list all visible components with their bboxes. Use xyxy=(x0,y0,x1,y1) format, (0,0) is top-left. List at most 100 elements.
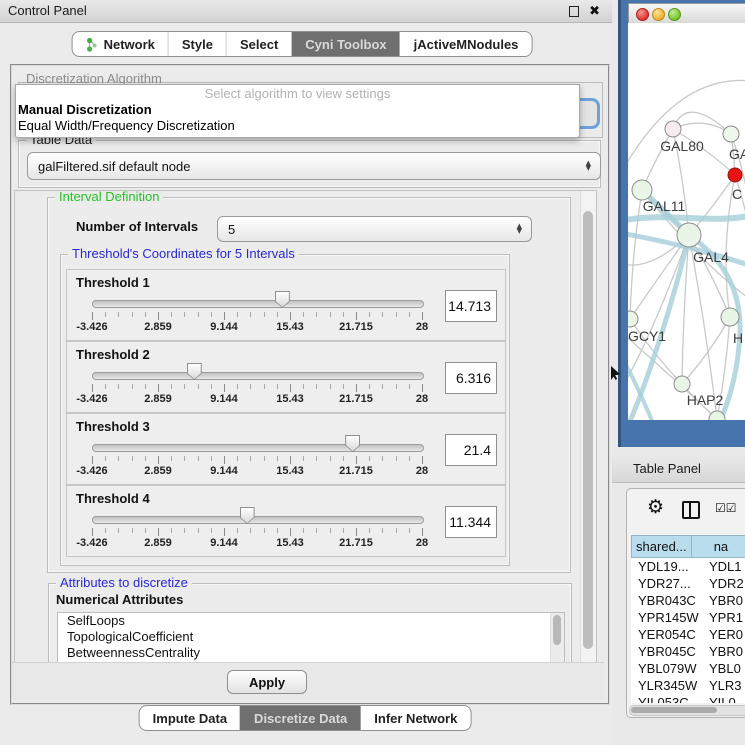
table-data-combo[interactable]: galFiltered.sif default node ▲▼ xyxy=(27,152,601,180)
interval-definition-title: Interval Definition xyxy=(55,190,163,204)
threshold-value-field[interactable]: 11.344 xyxy=(445,506,497,538)
table-row[interactable]: YIL053CYIL0 xyxy=(631,694,745,703)
network-node-gal11[interactable] xyxy=(632,180,652,200)
threshold-label: Threshold 1 xyxy=(76,275,150,290)
cell-shared-name[interactable]: YIL053C xyxy=(631,694,707,703)
split-columns-icon[interactable] xyxy=(682,501,700,519)
table-row[interactable]: YER054CYER0 xyxy=(631,626,745,643)
float-window-icon[interactable] xyxy=(569,6,579,17)
threshold-value-field[interactable]: 21.4 xyxy=(445,434,497,466)
apply-button[interactable]: Apply xyxy=(227,670,307,694)
attributes-list-scrollbar[interactable] xyxy=(550,613,564,664)
threshold-slider-track[interactable] xyxy=(92,372,424,380)
cell-shared-name[interactable]: YPR145W xyxy=(631,609,707,626)
select-all-checkbox-icon[interactable]: ☑☑ xyxy=(715,501,737,515)
slider-tick xyxy=(343,312,344,317)
cell-shared-name[interactable]: YDL19... xyxy=(631,558,707,575)
slider-tick xyxy=(382,384,383,389)
slider-tick xyxy=(118,528,119,533)
threshold-slider-track[interactable] xyxy=(92,300,424,308)
scrollbar-thumb[interactable] xyxy=(553,615,561,645)
zoom-traffic-light-icon[interactable] xyxy=(668,8,681,21)
settings-vertical-scrollbar[interactable] xyxy=(580,191,596,663)
dropdown-prompt-option[interactable]: Select algorithm to view settings xyxy=(16,85,579,102)
network-node-gal[interactable] xyxy=(723,126,739,142)
network-window-titlebar[interactable] xyxy=(628,3,745,25)
close-traffic-light-icon[interactable] xyxy=(636,8,649,21)
slider-tick-label: 9.144 xyxy=(198,537,250,549)
slider-tick xyxy=(145,384,146,389)
numerical-attributes-list[interactable]: SelfLoopsTopologicalCoefficientBetweenne… xyxy=(57,612,565,664)
table-horizontal-scrollbar[interactable] xyxy=(629,705,745,716)
tab-jactivemnodules[interactable]: jActiveMNodules xyxy=(400,32,532,56)
tab-select[interactable]: Select xyxy=(226,32,291,56)
network-node-gal4[interactable] xyxy=(677,223,701,247)
dropdown-option-equal-width[interactable]: Equal Width/Frequency Discretization xyxy=(16,118,579,134)
network-node-h[interactable] xyxy=(721,308,739,326)
cell-name[interactable]: YLR3 xyxy=(707,677,742,694)
dropdown-option-manual[interactable]: Manual Discretization xyxy=(16,102,579,118)
table-row[interactable]: YLR345WYLR3 xyxy=(631,677,745,694)
tab-label: Network xyxy=(104,37,155,52)
table-panel-titlebar[interactable]: Table Panel xyxy=(612,455,745,483)
cell-shared-name[interactable]: YBL079W xyxy=(631,660,707,677)
number-of-intervals-combo[interactable]: 5 ▲▼ xyxy=(217,216,532,242)
cell-name[interactable]: YBR0 xyxy=(707,643,743,660)
slider-tick xyxy=(158,528,159,536)
cell-shared-name[interactable]: YBR045C xyxy=(631,643,707,660)
cell-name[interactable]: YBL0 xyxy=(707,660,741,677)
minimize-traffic-light-icon[interactable] xyxy=(652,8,665,21)
attribute-item[interactable]: TopologicalCoefficient xyxy=(58,629,564,645)
cell-name[interactable]: YDL1 xyxy=(707,558,742,575)
slider-tick xyxy=(171,528,172,533)
threshold-value-field[interactable]: 14.713 xyxy=(445,290,497,322)
tab-network[interactable]: Network xyxy=(73,32,168,56)
network-node-hap2[interactable] xyxy=(674,376,690,392)
close-icon[interactable]: ✖ xyxy=(589,0,600,22)
cell-shared-name[interactable]: YLR345W xyxy=(631,677,707,694)
scrollbar-thumb[interactable] xyxy=(583,211,593,649)
slider-tick xyxy=(356,528,357,536)
attribute-item[interactable]: SelfLoops xyxy=(58,613,564,629)
cell-name[interactable]: YBR0 xyxy=(707,592,743,609)
slider-tick xyxy=(422,456,423,464)
slider-tick xyxy=(369,528,370,533)
cell-shared-name[interactable]: YER054C xyxy=(631,626,707,643)
threshold-value-field[interactable]: 6.316 xyxy=(445,362,497,394)
threshold-slider-track[interactable] xyxy=(92,444,424,452)
scrollbar-thumb[interactable] xyxy=(631,707,717,713)
table-row[interactable]: YBR045CYBR0 xyxy=(631,643,745,660)
algorithm-dropdown-popup: Select algorithm to view settings Manual… xyxy=(15,84,580,138)
column-header-name[interactable]: na xyxy=(692,535,745,558)
slider-tick-labels: -3.4262.8599.14415.4321.71528 xyxy=(92,321,423,333)
slider-tick xyxy=(105,384,106,389)
table-row[interactable]: YBR043CYBR0 xyxy=(631,592,745,609)
cell-name[interactable]: YER0 xyxy=(707,626,743,643)
network-canvas[interactable]: GAL80GALCGAL11GAL4GCY1HHAP2 xyxy=(628,23,745,420)
cell-name[interactable]: YDR2 xyxy=(707,575,744,592)
table-row[interactable]: YPR145WYPR1 xyxy=(631,609,745,626)
table-row[interactable]: YDL19...YDL1 xyxy=(631,558,745,575)
tab-cyni-toolbox[interactable]: Cyni Toolbox xyxy=(291,32,399,56)
slider-ticks xyxy=(92,312,423,321)
tab-label: Style xyxy=(182,37,213,52)
tab-impute-data[interactable]: Impute Data xyxy=(140,706,240,730)
cell-shared-name[interactable]: YDR27... xyxy=(631,575,707,592)
cell-shared-name[interactable]: YBR043C xyxy=(631,592,707,609)
slider-tick xyxy=(316,384,317,389)
attribute-item[interactable]: BetweennessCentrality xyxy=(58,645,564,661)
network-node-c[interactable] xyxy=(728,168,742,182)
column-header-shared-name[interactable]: shared... xyxy=(631,535,692,558)
gear-icon[interactable]: ⚙ xyxy=(647,496,664,518)
control-panel-titlebar[interactable]: Control Panel ✖ xyxy=(0,0,612,23)
network-node-gal80[interactable] xyxy=(665,121,681,137)
tab-discretize-data[interactable]: Discretize Data xyxy=(240,706,360,730)
tab-infer-network[interactable]: Infer Network xyxy=(360,706,470,730)
network-node-gcy1[interactable] xyxy=(628,311,638,327)
cell-name[interactable]: YPR1 xyxy=(707,609,743,626)
tab-style[interactable]: Style xyxy=(168,32,226,56)
cell-name[interactable]: YIL0 xyxy=(707,694,736,703)
table-row[interactable]: YBL079WYBL0 xyxy=(631,660,745,677)
threshold-slider-track[interactable] xyxy=(92,516,424,524)
table-row[interactable]: YDR27...YDR2 xyxy=(631,575,745,592)
